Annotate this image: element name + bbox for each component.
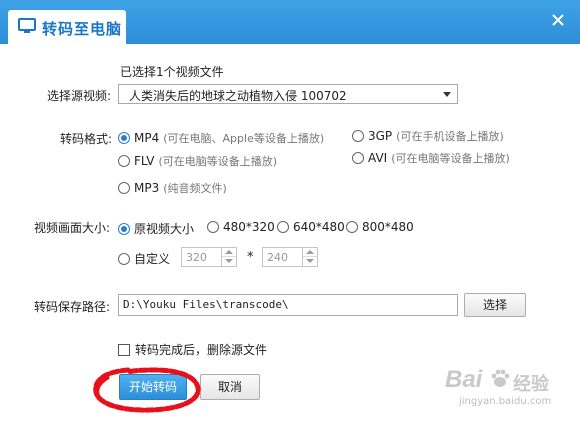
checkbox-icon xyxy=(118,343,130,356)
format-radio-flv[interactable]: FLV (可在电脑等设备上播放) xyxy=(118,153,277,169)
format-option-hint: (可在手机设备上播放) xyxy=(396,130,504,143)
size-label: 视频画面大小: xyxy=(34,221,111,235)
source-video-label: 选择源视频: xyxy=(47,89,112,103)
radio-icon xyxy=(118,252,130,265)
format-option-label: MP4 xyxy=(134,131,160,145)
size-option-label: 800*480 xyxy=(362,220,414,234)
radio-icon xyxy=(118,155,130,167)
chevron-down-icon[interactable] xyxy=(303,257,317,266)
radio-icon xyxy=(207,221,219,233)
radio-icon xyxy=(277,221,289,233)
format-option-label: AVI xyxy=(368,151,388,165)
format-option-hint: (可在电脑等设备上播放) xyxy=(158,155,278,168)
transcode-dialog: 转码至电脑 已选择1个视频文件 选择源视频: 人类消失后的地球之动植物入侵 10… xyxy=(0,0,580,425)
selected-count-text: 已选择1个视频文件 xyxy=(120,65,224,79)
title-tab: 转码至电脑 xyxy=(8,10,126,44)
custom-width-stepper[interactable]: 320 xyxy=(181,247,237,267)
radio-icon xyxy=(118,182,130,194)
chevron-up-icon[interactable] xyxy=(222,248,236,257)
watermark-brand-cn: 经验 xyxy=(513,374,549,395)
output-path-value: D:\Youku Files\transcode\ xyxy=(123,298,289,311)
custom-height-value: 240 xyxy=(267,251,288,264)
format-option-hint: (可在电脑等设备上播放) xyxy=(391,152,510,165)
format-option-label: 3GP xyxy=(368,129,393,143)
stepper-buttons xyxy=(221,248,236,266)
output-path-label: 转码保存路径: xyxy=(34,300,111,314)
browse-button[interactable]: 选择 xyxy=(464,293,526,317)
radio-selected-icon xyxy=(118,132,130,144)
source-video-value: 人类消失后的地球之动植物入侵 100702 xyxy=(129,89,347,103)
format-option-hint: (可在电脑、Apple等设备上播放) xyxy=(163,132,325,145)
format-radio-avi[interactable]: AVI (可在电脑等设备上播放) xyxy=(352,150,510,166)
start-transcode-button[interactable]: 开始转码 xyxy=(119,374,187,400)
source-video-select[interactable]: 人类消失后的地球之动植物入侵 100702 xyxy=(118,84,458,104)
size-option-label: 原视频大小 xyxy=(134,222,195,236)
close-icon[interactable] xyxy=(550,12,566,28)
window-title: 转码至电脑 xyxy=(42,20,123,38)
chevron-down-icon xyxy=(443,92,451,97)
radio-icon xyxy=(346,221,358,233)
delete-source-checkbox[interactable]: 转码完成后，删除源文件 xyxy=(118,341,267,358)
title-bar: 转码至电脑 xyxy=(0,0,580,44)
size-radio-480x320[interactable]: 480*320 xyxy=(207,220,275,234)
size-radio-custom[interactable]: 自定义 xyxy=(118,250,170,267)
format-option-label: FLV xyxy=(134,154,155,168)
delete-source-label: 转码完成后，删除源文件 xyxy=(135,343,268,357)
watermark-url: jingyan.baidu.com xyxy=(459,396,552,407)
format-option-hint: (纯音频文件) xyxy=(163,182,227,195)
size-option-label: 640*480 xyxy=(293,220,345,234)
paw-icon xyxy=(491,369,510,387)
monitor-icon xyxy=(18,18,36,33)
custom-height-stepper[interactable]: 240 xyxy=(262,247,318,267)
format-option-label: MP3 xyxy=(134,181,160,195)
format-radio-mp4[interactable]: MP4 (可在电脑、Apple等设备上播放) xyxy=(118,130,324,146)
format-label: 转码格式: xyxy=(60,132,113,146)
size-separator: * xyxy=(247,250,254,265)
format-radio-3gp[interactable]: 3GP (可在手机设备上播放) xyxy=(352,128,504,144)
chevron-up-icon[interactable] xyxy=(303,248,317,257)
size-radio-800x480[interactable]: 800*480 xyxy=(346,220,414,234)
radio-icon xyxy=(352,130,364,142)
format-radio-mp3[interactable]: MP3 (纯音频文件) xyxy=(118,180,227,196)
size-option-label: 自定义 xyxy=(134,252,171,266)
radio-icon xyxy=(352,152,364,164)
cancel-button[interactable]: 取消 xyxy=(200,374,260,400)
radio-selected-icon xyxy=(118,222,130,235)
size-radio-640x480[interactable]: 640*480 xyxy=(277,220,345,234)
size-option-label: 480*320 xyxy=(223,220,275,234)
stepper-buttons xyxy=(302,248,317,266)
chevron-down-icon[interactable] xyxy=(222,257,236,266)
watermark-brand: Bai xyxy=(445,366,483,393)
output-path-input[interactable]: D:\Youku Files\transcode\ xyxy=(118,294,458,316)
custom-width-value: 320 xyxy=(186,251,207,264)
size-radio-original[interactable]: 原视频大小 xyxy=(118,220,194,237)
